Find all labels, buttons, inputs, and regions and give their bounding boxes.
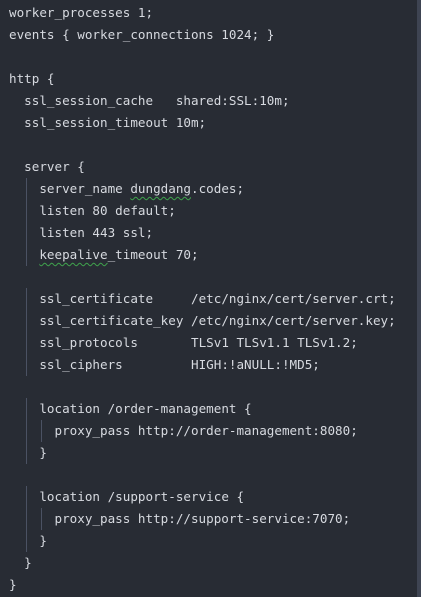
line-text: }: [24, 555, 32, 570]
line-text: ssl_session_timeout 10m;: [24, 115, 207, 130]
code-line[interactable]: server {: [9, 156, 396, 178]
line-text: worker_processes 1;: [9, 5, 154, 20]
indent-guide: [26, 244, 28, 266]
code-line[interactable]: }: [9, 574, 396, 596]
indent-guide: [41, 420, 43, 442]
indent-guide: [26, 486, 28, 508]
code-line[interactable]: ssl_protocols TLSv1 TLSv1.1 TLSv1.2;: [9, 332, 396, 354]
line-text: }: [39, 445, 47, 460]
line-text: listen 443 ssl;: [39, 225, 154, 240]
indent-guide: [26, 420, 28, 442]
indent-guide: [26, 354, 28, 376]
line-text-rest: _timeout 70;: [107, 247, 199, 262]
code-line[interactable]: http {: [9, 68, 396, 90]
line-text: location /support-service {: [39, 489, 245, 504]
line-text: ssl_certificate_key /etc/nginx/cert/serv…: [39, 313, 396, 328]
code-line[interactable]: server_name dungdang.codes;: [9, 178, 396, 200]
line-text: }: [39, 533, 47, 548]
code-line[interactable]: keepalive_timeout 70;: [9, 244, 396, 266]
indent-guide: [26, 200, 28, 222]
indent-guide: [26, 178, 28, 200]
code-editor[interactable]: worker_processes 1; events { worker_conne…: [0, 0, 421, 597]
code-line[interactable]: location /order-management {: [9, 398, 396, 420]
code-line[interactable]: proxy_pass http://support-service:7070;: [9, 508, 396, 530]
indent-guide: [26, 508, 28, 530]
code-line[interactable]: ssl_certificate /etc/nginx/cert/server.c…: [9, 288, 396, 310]
code-line[interactable]: events { worker_connections 1024; }: [9, 24, 396, 46]
code-line[interactable]: }: [9, 442, 396, 464]
line-text: server {: [24, 159, 85, 174]
line-text: events { worker_connections 1024; }: [9, 27, 275, 42]
indent-guide: [41, 508, 43, 530]
line-text: ssl_ciphers HIGH:!aNULL:!MD5;: [39, 357, 320, 372]
indent-guide: [26, 288, 28, 310]
indent-guide: [26, 530, 28, 552]
line-text: }: [9, 577, 17, 592]
code-line[interactable]: listen 80 default;: [9, 200, 396, 222]
line-text: ssl_protocols TLSv1 TLSv1.1 TLSv1.2;: [39, 335, 358, 350]
indent-guide: [26, 398, 28, 420]
code-text-area[interactable]: worker_processes 1; events { worker_conne…: [9, 2, 396, 596]
code-line[interactable]: worker_processes 1;: [9, 2, 396, 24]
editor-right-border: [417, 0, 419, 597]
line-text: ssl_session_cache shared:SSL:10m;: [24, 93, 290, 108]
line-text: server_name: [39, 181, 131, 196]
code-line[interactable]: listen 443 ssl;: [9, 222, 396, 244]
indent-guide: [26, 222, 28, 244]
code-line[interactable]: proxy_pass http://order-management:8080;: [9, 420, 396, 442]
code-line[interactable]: ssl_ciphers HIGH:!aNULL:!MD5;: [9, 354, 396, 376]
line-text: proxy_pass http://support-service:7070;: [54, 511, 351, 526]
spellcheck-word: dungdang: [130, 181, 192, 196]
line-text: listen 80 default;: [39, 203, 176, 218]
code-line[interactable]: [9, 46, 396, 68]
indent-guide: [26, 332, 28, 354]
indent-guide: [26, 442, 28, 464]
line-text: location /order-management {: [39, 401, 252, 416]
code-line[interactable]: }: [9, 552, 396, 574]
code-line[interactable]: ssl_certificate_key /etc/nginx/cert/serv…: [9, 310, 396, 332]
code-line[interactable]: ssl_session_timeout 10m;: [9, 112, 396, 134]
code-line[interactable]: [9, 266, 396, 288]
code-line[interactable]: ssl_session_cache shared:SSL:10m;: [9, 90, 396, 112]
line-text: ssl_certificate /etc/nginx/cert/server.c…: [39, 291, 396, 306]
code-line[interactable]: [9, 464, 396, 486]
code-line[interactable]: [9, 134, 396, 156]
line-text: proxy_pass http://order-management:8080;: [54, 423, 358, 438]
spellcheck-word: keepalive: [39, 247, 108, 262]
code-line[interactable]: location /support-service {: [9, 486, 396, 508]
line-text-rest: .codes;: [191, 181, 245, 196]
indent-guide: [26, 310, 28, 332]
code-line[interactable]: [9, 376, 396, 398]
line-text: http {: [9, 71, 55, 86]
code-line[interactable]: }: [9, 530, 396, 552]
